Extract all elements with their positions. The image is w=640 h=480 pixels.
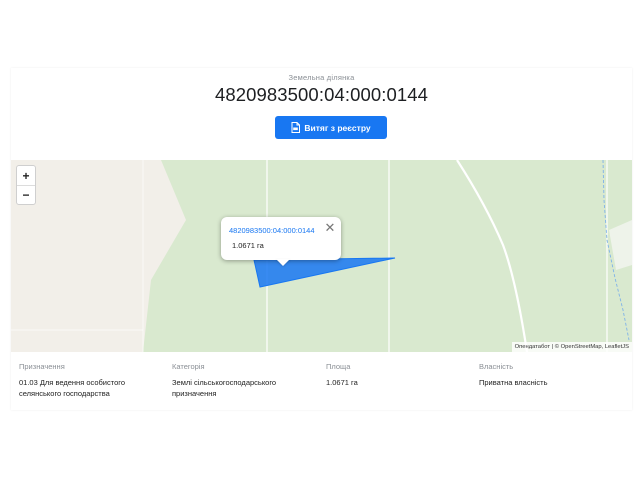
pdf-file-icon: [291, 122, 301, 133]
registry-extract-button[interactable]: Витяг з реєстру: [275, 116, 387, 139]
parcel-info: Призначення 01.03 Для ведення особистого…: [11, 352, 632, 410]
popup-area: 1.0671 га: [232, 241, 264, 250]
info-purpose: Призначення 01.03 Для ведення особистого…: [19, 362, 164, 399]
info-value: Приватна власність: [479, 378, 548, 387]
popup-close-icon[interactable]: ✕: [323, 221, 337, 235]
map-view[interactable]: + − 4820983500:04:000:0144 1.0671 га ✕ О…: [11, 160, 632, 352]
info-ownership: Власність Приватна власність: [479, 362, 624, 388]
info-label: Площа: [326, 362, 351, 371]
zoom-in-button[interactable]: +: [17, 166, 35, 185]
info-value: Землі сільськогосподарського призначення: [172, 378, 277, 398]
zoom-out-button[interactable]: −: [17, 185, 35, 204]
parcel-popup: 4820983500:04:000:0144 1.0671 га ✕: [221, 217, 341, 266]
registry-extract-button-label: Витяг з реєстру: [304, 122, 371, 133]
popup-cadastral-link[interactable]: 4820983500:04:000:0144: [229, 226, 315, 235]
info-category: Категорія Землі сільськогосподарського п…: [172, 362, 317, 399]
zoom-control: + −: [16, 165, 36, 205]
parcel-header: Земельна ділянка 4820983500:04:000:0144 …: [11, 68, 632, 160]
info-area: Площа 1.0671 га: [326, 362, 471, 388]
map-attribution: Опендатабот | © OpenStreetMap, LeafletJS: [511, 342, 632, 352]
popup-tip: [276, 259, 290, 266]
info-label: Категорія: [172, 362, 205, 371]
cadastral-number-title: 4820983500:04:000:0144: [214, 84, 429, 105]
page: Земельна ділянка 4820983500:04:000:0144 …: [0, 0, 640, 480]
page-subtitle: Земельна ділянка: [288, 73, 355, 82]
info-value: 01.03 Для ведення особистого селянського…: [19, 378, 126, 398]
parcel-card: Земельна ділянка 4820983500:04:000:0144 …: [11, 68, 632, 410]
info-value: 1.0671 га: [326, 378, 358, 387]
info-label: Призначення: [19, 362, 65, 371]
info-label: Власність: [479, 362, 514, 371]
forest-area: [143, 160, 632, 352]
